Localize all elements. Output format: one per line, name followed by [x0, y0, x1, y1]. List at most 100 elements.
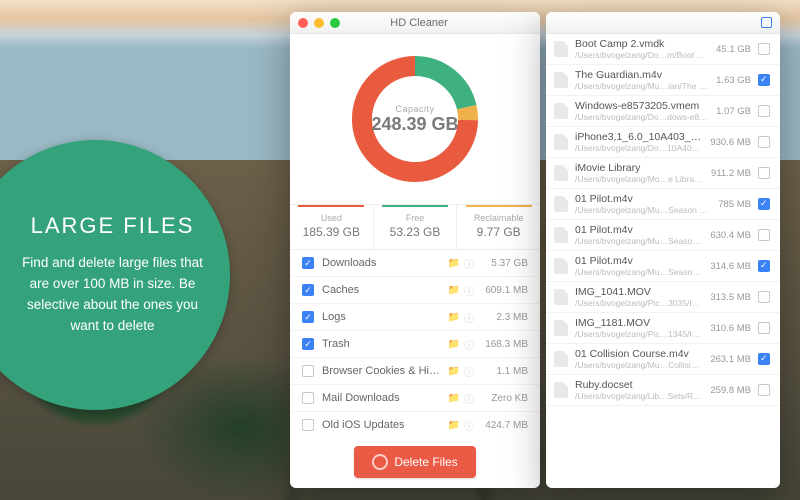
- file-list[interactable]: Boot Camp 2.vmdk/Users/bvogelzang/Do…m/B…: [546, 34, 780, 488]
- category-checkbox[interactable]: [302, 311, 314, 323]
- file-path: /Users/bvogelzang/Mu…ian/The Guardian.m4…: [575, 81, 709, 91]
- file-row[interactable]: The Guardian.m4v/Users/bvogelzang/Mu…ian…: [546, 65, 780, 96]
- file-checkbox[interactable]: [758, 353, 770, 365]
- stat-reclaim-label: Reclaimable: [461, 213, 536, 223]
- file-icon: [554, 41, 568, 57]
- file-row[interactable]: IMG_1041.MOV/Users/bvogelzang/Pic…3035/I…: [546, 282, 780, 313]
- file-checkbox[interactable]: [758, 74, 770, 86]
- file-row[interactable]: 01 Collision Course.m4v/Users/bvogelzang…: [546, 344, 780, 375]
- category-name: Caches: [322, 284, 444, 296]
- folder-icon[interactable]: 📁: [448, 285, 460, 296]
- stat-free-value: 53.23 GB: [378, 225, 453, 239]
- category-name: Old iOS Updates: [322, 419, 444, 431]
- file-icon: [554, 165, 568, 181]
- file-name: IMG_1041.MOV: [575, 286, 703, 298]
- file-row[interactable]: IMG_1181.MOV/Users/bvogelzang/Pic…1345/I…: [546, 313, 780, 344]
- file-checkbox[interactable]: [758, 167, 770, 179]
- file-row[interactable]: Windows-e8573205.vmem/Users/bvogelzang/D…: [546, 96, 780, 127]
- file-checkbox[interactable]: [758, 260, 770, 272]
- category-row[interactable]: Downloads📁ⓘ5.37 GB: [290, 250, 540, 277]
- file-row[interactable]: iPhone3,1_6.0_10A403_Restore.ipsw/Users/…: [546, 127, 780, 158]
- file-size: 785 MB: [718, 199, 751, 210]
- info-icon[interactable]: ⓘ: [464, 418, 474, 433]
- info-icon[interactable]: ⓘ: [464, 256, 474, 271]
- category-list: Downloads📁ⓘ5.37 GBCaches📁ⓘ609.1 MBLogs📁ⓘ…: [290, 250, 540, 436]
- file-name: The Guardian.m4v: [575, 69, 709, 81]
- category-size: 424.7 MB: [480, 420, 528, 431]
- category-size: 609.1 MB: [480, 285, 528, 296]
- stat-free-label: Free: [378, 213, 453, 223]
- category-row[interactable]: Caches 📁 ⓘ 609.1 MB: [290, 277, 540, 304]
- stat-free: Free 53.23 GB: [373, 205, 457, 249]
- category-checkbox[interactable]: [302, 257, 314, 269]
- info-icon[interactable]: ⓘ: [464, 391, 474, 406]
- file-path: /Users/bvogelzang/Mu…Season 1/01 Pilot.m…: [575, 236, 703, 246]
- category-checkbox[interactable]: [302, 284, 314, 296]
- category-checkbox[interactable]: [302, 338, 314, 350]
- folder-icon[interactable]: 📁: [448, 366, 460, 377]
- capacity-label: Capacity: [371, 104, 458, 114]
- category-checkbox[interactable]: [302, 365, 314, 377]
- file-icon: [554, 351, 568, 367]
- hd-cleaner-window: HD Cleaner Capacity 248.39 GB Used 185.3…: [290, 12, 540, 488]
- promo-title: LARGE FILES: [31, 213, 195, 239]
- file-icon: [554, 227, 568, 243]
- file-row[interactable]: 01 Pilot.m4v/Users/bvogelzang/Mu…Season …: [546, 220, 780, 251]
- stats-row: Used 185.39 GB Free 53.23 GB Reclaimable…: [290, 204, 540, 250]
- file-path: /Users/bvogelzang/Mu…Season 1/01 Pilot.m…: [575, 267, 703, 277]
- category-row[interactable]: Mail Downloads 📁 ⓘ Zero KB: [290, 385, 540, 412]
- file-name: 01 Collision Course.m4v: [575, 348, 703, 360]
- file-checkbox[interactable]: [758, 384, 770, 396]
- select-all-checkbox-icon[interactable]: [761, 17, 772, 28]
- category-row[interactable]: Trash📁ⓘ168.3 MB: [290, 331, 540, 358]
- category-checkbox[interactable]: [302, 392, 314, 404]
- file-size: 310.6 MB: [710, 323, 751, 334]
- file-checkbox[interactable]: [758, 105, 770, 117]
- file-row[interactable]: 01 Pilot.m4v/Users/bvogelzang/Mu…Season …: [546, 251, 780, 282]
- delete-files-button[interactable]: Delete Files: [354, 446, 475, 478]
- file-checkbox[interactable]: [758, 322, 770, 334]
- info-icon[interactable]: ⓘ: [464, 364, 474, 379]
- file-checkbox[interactable]: [758, 229, 770, 241]
- file-icon: [554, 103, 568, 119]
- category-name: Mail Downloads: [322, 392, 444, 404]
- titlebar[interactable]: HD Cleaner: [290, 12, 540, 34]
- folder-icon[interactable]: 📁: [448, 420, 460, 431]
- category-size: 2.3 MB: [480, 312, 528, 323]
- folder-icon[interactable]: 📁: [448, 393, 460, 404]
- file-size: 1.63 GB: [716, 75, 751, 86]
- capacity-donut-chart: Capacity 248.39 GB: [290, 34, 540, 204]
- file-checkbox[interactable]: [758, 136, 770, 148]
- category-size: 1.1 MB: [480, 366, 528, 377]
- file-name: Windows-e8573205.vmem: [575, 100, 709, 112]
- folder-icon[interactable]: 📁: [448, 339, 460, 350]
- category-size: Zero KB: [480, 393, 528, 404]
- category-row[interactable]: Browser Cookies & History📁ⓘ1.1 MB: [290, 358, 540, 385]
- file-row[interactable]: iMovie Library/Users/bvogelzang/Mo…e Lib…: [546, 158, 780, 189]
- category-row[interactable]: Logs 📁 ⓘ 2.3 MB: [290, 304, 540, 331]
- category-name: Downloads: [322, 257, 444, 269]
- file-path: /Users/bvogelzang/Do…10A403_Restore.ipsw: [575, 143, 703, 153]
- file-checkbox[interactable]: [758, 291, 770, 303]
- category-row[interactable]: Old iOS Updates 📁 ⓘ 424.7 MB: [290, 412, 540, 436]
- category-name: Logs: [322, 311, 444, 323]
- file-checkbox[interactable]: [758, 43, 770, 55]
- stat-used-label: Used: [294, 213, 369, 223]
- folder-icon[interactable]: 📁: [448, 312, 460, 323]
- file-size: 930.6 MB: [710, 137, 751, 148]
- file-row[interactable]: 01 Pilot.m4v/Users/bvogelzang/Mu…Season …: [546, 189, 780, 220]
- file-icon: [554, 258, 568, 274]
- file-row[interactable]: Ruby.docset/Users/bvogelzang/Lib…Sets/Ru…: [546, 375, 780, 406]
- info-icon[interactable]: ⓘ: [464, 283, 474, 298]
- file-name: iMovie Library: [575, 162, 704, 174]
- file-path: /Users/bvogelzang/Do…m/Boot Camp 2.vmdk: [575, 50, 709, 60]
- category-name: Trash: [322, 338, 444, 350]
- file-checkbox[interactable]: [758, 198, 770, 210]
- category-checkbox[interactable]: [302, 419, 314, 431]
- folder-icon[interactable]: 📁: [448, 258, 460, 269]
- info-icon[interactable]: ⓘ: [464, 337, 474, 352]
- file-size: 314.6 MB: [710, 261, 751, 272]
- info-icon[interactable]: ⓘ: [464, 310, 474, 325]
- file-name: Boot Camp 2.vmdk: [575, 38, 709, 50]
- file-row[interactable]: Boot Camp 2.vmdk/Users/bvogelzang/Do…m/B…: [546, 34, 780, 65]
